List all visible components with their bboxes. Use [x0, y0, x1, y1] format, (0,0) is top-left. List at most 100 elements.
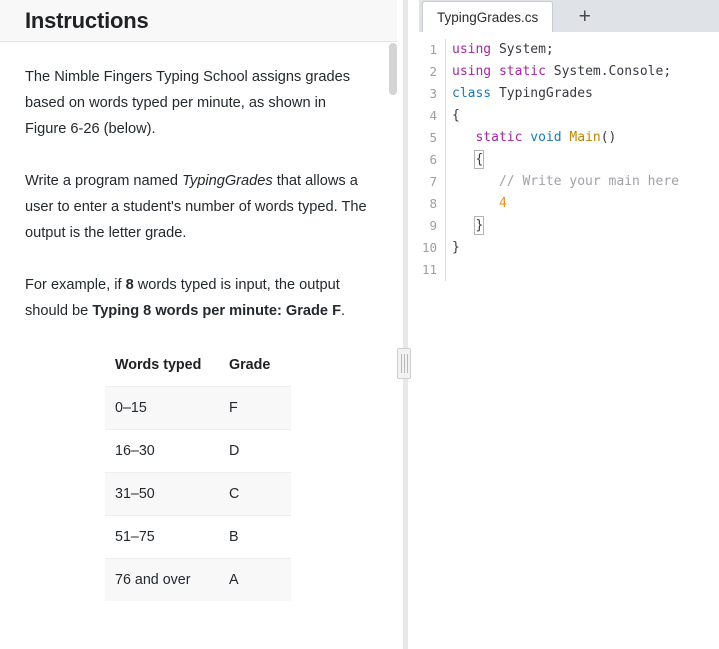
grade-table: Words typed Grade 0–15 F 16–30 D 31–50 C 51–75…	[105, 344, 291, 601]
cell-words-typed: 76 and over	[105, 558, 219, 601]
line-number: 5	[419, 127, 446, 149]
token-type: void	[530, 130, 562, 145]
grip-line-icon	[406, 354, 408, 373]
cell-grade: C	[219, 472, 291, 516]
code-lines-container: 1 using System; 2 using static System.Conso…	[419, 32, 719, 281]
code-line-text[interactable]: using static System.Console;	[446, 61, 671, 83]
cell-grade: F	[219, 386, 291, 430]
pane-resize-handle[interactable]	[397, 348, 411, 379]
instruction-paragraph-1: The Nimble Fingers Typing School assigns…	[25, 64, 370, 142]
line-number: 10	[419, 237, 446, 259]
cell-words-typed: 16–30	[105, 429, 219, 473]
grip-line-icon	[400, 354, 402, 373]
code-line-text[interactable]: static void Main()	[446, 127, 616, 149]
code-line-text[interactable]: // Write your main here	[446, 171, 679, 193]
plain-text: The Nimble Fingers Typing School assigns…	[25, 69, 351, 137]
matching-brace: {	[474, 150, 485, 169]
code-line-text[interactable]: }	[446, 237, 460, 259]
token-keyword: using	[452, 64, 492, 79]
code-line-text[interactable]: }	[446, 215, 485, 237]
code-line-text[interactable]: {	[446, 105, 460, 127]
token-keyword: static	[475, 130, 523, 145]
grip-line-icon	[403, 354, 405, 373]
strong-text: 8	[125, 277, 134, 293]
cell-words-typed: 31–50	[105, 472, 219, 516]
new-tab-plus-icon[interactable]: +	[556, 1, 613, 32]
cell-grade: D	[219, 429, 291, 473]
pane-splitter[interactable]	[397, 0, 419, 649]
cell-words-typed: 0–15	[105, 386, 219, 430]
column-header-grade: Grade	[219, 344, 291, 387]
token-comment: // Write your main here	[498, 174, 679, 189]
code-line[interactable]: 1 using System;	[419, 39, 719, 61]
cell-words-typed: 51–75	[105, 515, 219, 559]
token-keyword: static	[498, 64, 546, 79]
code-line-text[interactable]	[446, 259, 452, 281]
code-line[interactable]: 2 using static System.Console;	[419, 61, 719, 83]
table-row: 51–75 B	[105, 515, 291, 559]
grade-table-container: Words typed Grade 0–15 F 16–30 D 31–50 C 51–75…	[105, 344, 291, 601]
plain-text: Write a program named	[25, 173, 183, 189]
instructions-body: The Nimble Fingers Typing School assigns…	[0, 42, 397, 601]
instructions-header: Instructions	[0, 0, 397, 42]
line-number: 2	[419, 61, 446, 83]
line-number: 6	[419, 149, 446, 171]
token-plain: ()	[600, 130, 617, 145]
token-keyword: using	[452, 42, 492, 57]
code-line-text[interactable]: using System;	[446, 39, 554, 61]
token-number: 4	[498, 196, 507, 211]
code-line[interactable]: 6 {	[419, 149, 719, 171]
column-header-words-typed: Words typed	[105, 344, 219, 387]
exercise-workspace: Instructions The Nimble Fingers Typing S…	[0, 0, 719, 649]
token-func: Main	[569, 130, 601, 145]
cell-grade: B	[219, 515, 291, 559]
table-row: 0–15 F	[105, 386, 291, 430]
table-row: 76 and over A	[105, 558, 291, 601]
matching-brace: }	[474, 216, 485, 235]
line-number: 8	[419, 193, 446, 215]
token-plain: }	[452, 240, 460, 255]
tab-typinggrades-cs[interactable]: TypingGrades.cs	[422, 1, 554, 32]
token-plain: {	[452, 108, 460, 123]
grade-table-body: 0–15 F 16–30 D 31–50 C 51–75 B 76 and over A	[105, 386, 291, 601]
code-line-text[interactable]: {	[446, 149, 485, 171]
emphasis-text: TypingGrades	[182, 173, 273, 189]
code-editor-pane: TypingGrades.cs + 1 using System; 2 using s…	[419, 0, 719, 649]
code-line[interactable]: 9 }	[419, 215, 719, 237]
code-line[interactable]: 5 static void Main()	[419, 127, 719, 149]
instruction-paragraph-2: Write a program named TypingGrades that …	[25, 168, 370, 246]
token-plain: System;	[491, 42, 554, 57]
token-plain: System.Console;	[545, 64, 672, 79]
strong-text: Typing 8 words per minute: Grade F	[92, 303, 342, 319]
token-class: class	[452, 86, 492, 101]
token-plain: TypingGrades	[491, 86, 593, 101]
line-number: 1	[419, 39, 446, 61]
table-row: 16–30 D	[105, 429, 291, 473]
code-line[interactable]: 11	[419, 259, 719, 281]
code-line-text[interactable]: 4	[446, 193, 507, 215]
code-line[interactable]: 3 class TypingGrades	[419, 83, 719, 105]
line-number: 7	[419, 171, 446, 193]
code-editor-area[interactable]: 1 using System; 2 using static System.Conso…	[419, 32, 719, 649]
grade-table-head: Words typed Grade	[105, 344, 291, 387]
plain-text: .	[341, 303, 346, 319]
instruction-paragraph-3: For example, if 8 words typed is input, …	[25, 272, 370, 324]
plain-text: For example, if	[25, 277, 126, 293]
instructions-scrollbar-thumb[interactable]	[389, 43, 397, 95]
page-title: Instructions	[25, 7, 149, 33]
code-line[interactable]: 10}	[419, 237, 719, 259]
table-header-row: Words typed Grade	[105, 344, 291, 387]
table-row: 31–50 C	[105, 472, 291, 516]
code-line[interactable]: 8 4	[419, 193, 719, 215]
code-line[interactable]: 7 // Write your main here	[419, 171, 719, 193]
instructions-scrollbar[interactable]	[388, 43, 397, 649]
code-line-text[interactable]: class TypingGrades	[446, 83, 593, 105]
code-line[interactable]: 4{	[419, 105, 719, 127]
line-number: 4	[419, 105, 446, 127]
